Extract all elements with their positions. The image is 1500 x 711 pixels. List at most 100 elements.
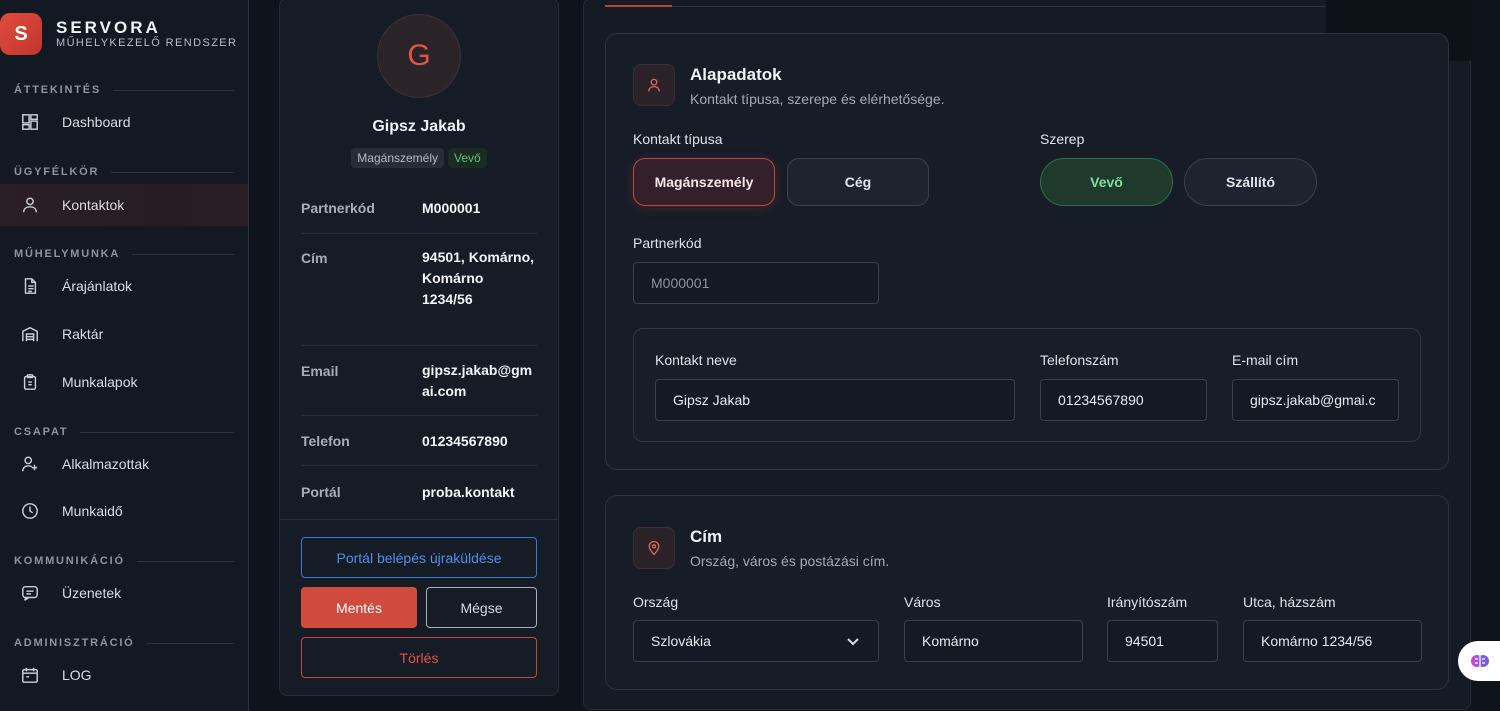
info-label: Cím — [301, 250, 328, 266]
info-label: Partnerkód — [301, 200, 375, 216]
role-supplier-button[interactable]: Szállító — [1184, 158, 1317, 206]
nav-section-clients: ÜGYFÉLKÖR — [14, 166, 234, 178]
profile-name: Gipsz Jakab — [372, 118, 466, 135]
delete-button[interactable]: Törlés — [301, 637, 537, 678]
message-icon — [20, 583, 40, 603]
sidebar-item-label: Kontaktok — [62, 197, 125, 213]
country-select[interactable]: Szlovákia — [633, 620, 879, 662]
section-title: Alapadatok — [690, 65, 782, 84]
nav-section-team: CSAPAT — [14, 426, 234, 438]
sidebar-item-label: Raktár — [62, 326, 104, 342]
country-label: Ország — [633, 594, 679, 610]
info-value: gipsz.jakab@gmai.com — [422, 362, 533, 399]
user-icon — [20, 195, 40, 215]
brand-logo: S — [0, 13, 42, 55]
user-plus-icon — [20, 454, 40, 474]
sidebar-item-messages[interactable]: Üzenetek — [0, 572, 248, 614]
info-value: 01234567890 — [422, 433, 508, 449]
section-subtitle: Ország, város és postázási cím. — [690, 553, 890, 569]
brand-subtitle: MŰHELYKEZELŐ RENDSZER — [56, 37, 238, 49]
info-value: proba.kontakt — [422, 484, 515, 500]
sidebar-item-dashboard[interactable]: Dashboard — [0, 101, 248, 143]
clock-icon — [20, 501, 40, 521]
address-section: Cím Ország, város és postázási cím. Orsz… — [605, 495, 1449, 690]
country-select-value: Szlovákia — [651, 633, 711, 649]
sidebar-item-label: LOG — [62, 667, 92, 683]
info-label: Portál — [301, 484, 341, 500]
sidebar-item-log[interactable]: LOG — [0, 654, 248, 696]
clipboard-icon — [20, 372, 40, 392]
contact-type-private-button[interactable]: Magánszemély — [633, 158, 775, 206]
phone-label: Telefonszám — [1040, 352, 1119, 368]
user-icon — [633, 64, 675, 106]
nav-section-workshop: MŰHELYMUNKA — [14, 248, 234, 260]
document-icon — [20, 276, 40, 296]
active-tab-indicator[interactable] — [605, 5, 672, 7]
tab-bar-line — [672, 6, 1327, 7]
partner-code-label: Partnerkód — [633, 235, 702, 251]
contact-type-label: Kontakt típusa — [633, 131, 723, 147]
basic-data-section: Alapadatok Kontakt típusa, szerepe és el… — [605, 33, 1449, 470]
section-title: Cím — [690, 527, 723, 546]
info-label: Telefon — [301, 433, 350, 449]
role-label: Szerep — [1040, 131, 1085, 147]
contact-details-group: Kontakt neve Gipsz Jakab Telefonszám 012… — [633, 328, 1421, 442]
sidebar-item-employees[interactable]: Alkalmazottak — [0, 443, 248, 485]
contact-name-input[interactable]: Gipsz Jakab — [655, 379, 1015, 421]
contact-name-label: Kontakt neve — [655, 352, 737, 368]
badge-contact-type: Magánszemély — [351, 148, 444, 168]
info-row-portal: Portál proba.kontakt — [301, 466, 537, 518]
brand-name: SERVORA — [56, 18, 161, 37]
section-subtitle: Kontakt típusa, szerepe és elérhetősége. — [690, 91, 945, 107]
dashboard-icon — [20, 112, 40, 132]
badge-role: Vevő — [448, 148, 487, 168]
sidebar-item-quotes[interactable]: Árajánlatok — [0, 265, 248, 307]
card-divider — [280, 519, 558, 520]
save-button[interactable]: Mentés — [301, 587, 417, 628]
contact-type-company-button[interactable]: Cég — [787, 158, 929, 206]
zip-label: Irányítószám — [1107, 594, 1188, 610]
profile-badges: Magánszemély Vevő — [280, 148, 558, 168]
info-value: 94501, Komárno, Komárno 1234/56 — [422, 249, 535, 307]
nav-section-admin: ADMINISZTRÁCIÓ — [14, 637, 234, 649]
sidebar-item-label: Munkaidő — [62, 503, 123, 519]
sidebar-item-worktime[interactable]: Munkaidő — [0, 490, 248, 532]
info-row-phone: Telefon 01234567890 — [301, 416, 537, 466]
info-row-address: Cím 94501, Komárno, Komárno 1234/56 — [301, 234, 537, 346]
sidebar-item-label: Üzenetek — [62, 585, 122, 601]
resend-portal-login-button[interactable]: Portál belépés újraküldése — [301, 537, 537, 578]
phone-input[interactable]: 01234567890 — [1040, 379, 1207, 421]
zip-input[interactable]: 94501 — [1107, 620, 1218, 662]
nav-section-communication: KOMMUNIKÁCIÓ — [14, 555, 234, 567]
sidebar-item-label: Alkalmazottak — [62, 456, 150, 472]
email-input[interactable]: gipsz.jakab@gmai.c — [1232, 379, 1399, 421]
street-input[interactable]: Komárno 1234/56 — [1243, 620, 1422, 662]
city-label: Város — [904, 594, 941, 610]
chevron-down-icon — [846, 634, 860, 648]
sidebar-item-contacts[interactable]: Kontaktok — [0, 184, 248, 226]
email-label: E-mail cím — [1232, 352, 1299, 368]
warehouse-icon — [20, 324, 40, 344]
sidebar-item-warehouse[interactable]: Raktár — [0, 313, 248, 355]
sidebar-item-label: Árajánlatok — [62, 278, 133, 294]
sidebar: S SERVORA MŰHELYKEZELŐ RENDSZER ÁTTEKINT… — [0, 0, 249, 711]
cancel-button[interactable]: Mégse — [426, 587, 537, 628]
partner-code-input[interactable]: M000001 — [633, 262, 879, 304]
brain-icon — [1471, 655, 1489, 667]
sidebar-item-label: Munkalapok — [62, 374, 138, 390]
log-icon — [20, 665, 40, 685]
info-value: M000001 — [422, 200, 481, 216]
info-row-email: Email gipsz.jakab@gmai.com — [301, 346, 537, 416]
profile-card: G Gipsz Jakab Magánszemély Vevő Partnerk… — [279, 0, 559, 696]
street-label: Utca, házszám — [1243, 594, 1336, 610]
brand[interactable]: S SERVORA MŰHELYKEZELŐ RENDSZER — [0, 13, 249, 57]
city-input[interactable]: Komárno — [904, 620, 1083, 662]
info-label: Email — [301, 363, 339, 379]
assistant-float-button[interactable] — [1458, 641, 1500, 681]
location-pin-icon — [633, 527, 675, 569]
sidebar-item-worksheets[interactable]: Munkalapok — [0, 361, 248, 403]
role-customer-button[interactable]: Vevő — [1040, 158, 1173, 206]
avatar: G — [377, 14, 461, 98]
info-row-partner-code: Partnerkód M000001 — [301, 189, 537, 234]
sidebar-item-label: Dashboard — [62, 114, 131, 130]
